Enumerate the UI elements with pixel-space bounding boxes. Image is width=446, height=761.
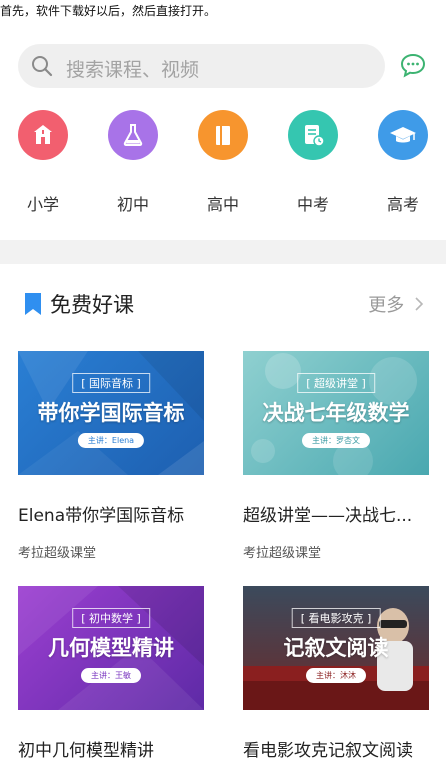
thumbnail-tag: [ 国际音标 ]	[72, 373, 150, 393]
thumbnail-headline: 决战七年级数学	[262, 401, 410, 425]
course-title: 看电影攻克记叙文阅读	[243, 741, 413, 761]
thumbnail-headline: 带你学国际音标	[37, 401, 185, 425]
course-card[interactable]: [ 国际音标 ] 带你学国际音标 主讲：Elena Elena带你学国际音标 考…	[18, 351, 204, 566]
category-primary-school[interactable]: 小学	[3, 110, 83, 215]
course-card[interactable]: [ 看电影攻克 ] 记叙文阅读 主讲：沐沐 看电影攻克记叙文阅读	[243, 586, 429, 761]
course-card[interactable]: [ 初中数学 ] 几何模型精讲 主讲：王敏 初中几何模型精讲	[18, 586, 204, 761]
course-title: 初中几何模型精讲	[18, 741, 154, 761]
more-label: 更多	[368, 295, 405, 316]
category-label: 高中	[206, 195, 239, 214]
course-title: Elena带你学国际音标	[18, 506, 185, 526]
exam-paper-icon	[288, 110, 338, 160]
chat-bubble-icon[interactable]	[400, 52, 426, 82]
caption-text: 首先，软件下载好以后，然后直接打开。	[0, 4, 217, 18]
course-title: 超级讲堂——决战七...	[243, 506, 413, 526]
category-label: 小学	[26, 195, 59, 214]
more-link[interactable]: 更多	[368, 291, 424, 317]
category-label: 中考	[296, 195, 329, 214]
course-thumbnail: [ 看电影攻克 ] 记叙文阅读 主讲：沐沐	[243, 586, 429, 710]
course-thumbnail: [ 超级讲堂 ] 决战七年级数学 主讲：罗杏文	[243, 351, 429, 475]
thumbnail-tag: [ 看电影攻克 ]	[291, 608, 381, 628]
teacher-pill: 主讲：王敏	[81, 668, 141, 683]
thumbnail-headline: 几何模型精讲	[48, 636, 174, 660]
search-placeholder: 搜索课程、视频	[66, 59, 200, 81]
category-gaokao[interactable]: 高考	[363, 110, 443, 215]
search-input[interactable]: 搜索课程、视频	[18, 44, 385, 88]
search-icon	[30, 54, 54, 82]
thumbnail-tag: [ 超级讲堂 ]	[297, 373, 375, 393]
category-zhongkao[interactable]: 中考	[273, 110, 353, 215]
book-icon	[198, 110, 248, 160]
teacher-pill: 主讲：沐沐	[306, 668, 366, 683]
category-row: 小学 初中 高中 中考 高考	[0, 110, 446, 220]
section-title: 免费好课	[50, 293, 134, 317]
course-provider: 考拉超级课堂	[18, 546, 97, 561]
thumbnail-headline: 记叙文阅读	[283, 636, 389, 660]
graduation-cap-icon	[378, 110, 428, 160]
category-junior-high[interactable]: 初中	[93, 110, 173, 215]
free-courses-header: 免费好课 更多	[0, 286, 446, 322]
course-provider: 考拉超级课堂	[243, 546, 322, 561]
category-senior-high[interactable]: 高中	[183, 110, 263, 215]
course-card[interactable]: [ 超级讲堂 ] 决战七年级数学 主讲：罗杏文 超级讲堂——决战七... 考拉超…	[243, 351, 429, 566]
chevron-right-icon	[415, 297, 424, 311]
course-thumbnail: [ 初中数学 ] 几何模型精讲 主讲：王敏	[18, 586, 204, 710]
category-label: 高考	[386, 195, 419, 214]
thumbnail-tag: [ 初中数学 ]	[72, 608, 150, 628]
search-bar-row: 搜索课程、视频	[18, 44, 428, 88]
bookmark-icon	[24, 292, 42, 320]
flask-icon	[108, 110, 158, 160]
course-thumbnail: [ 国际音标 ] 带你学国际音标 主讲：Elena	[18, 351, 204, 475]
teacher-pill: 主讲：Elena	[77, 433, 145, 448]
school-building-icon	[18, 110, 68, 160]
category-label: 初中	[116, 195, 149, 214]
section-divider	[0, 240, 446, 264]
teacher-pill: 主讲：罗杏文	[302, 433, 370, 448]
